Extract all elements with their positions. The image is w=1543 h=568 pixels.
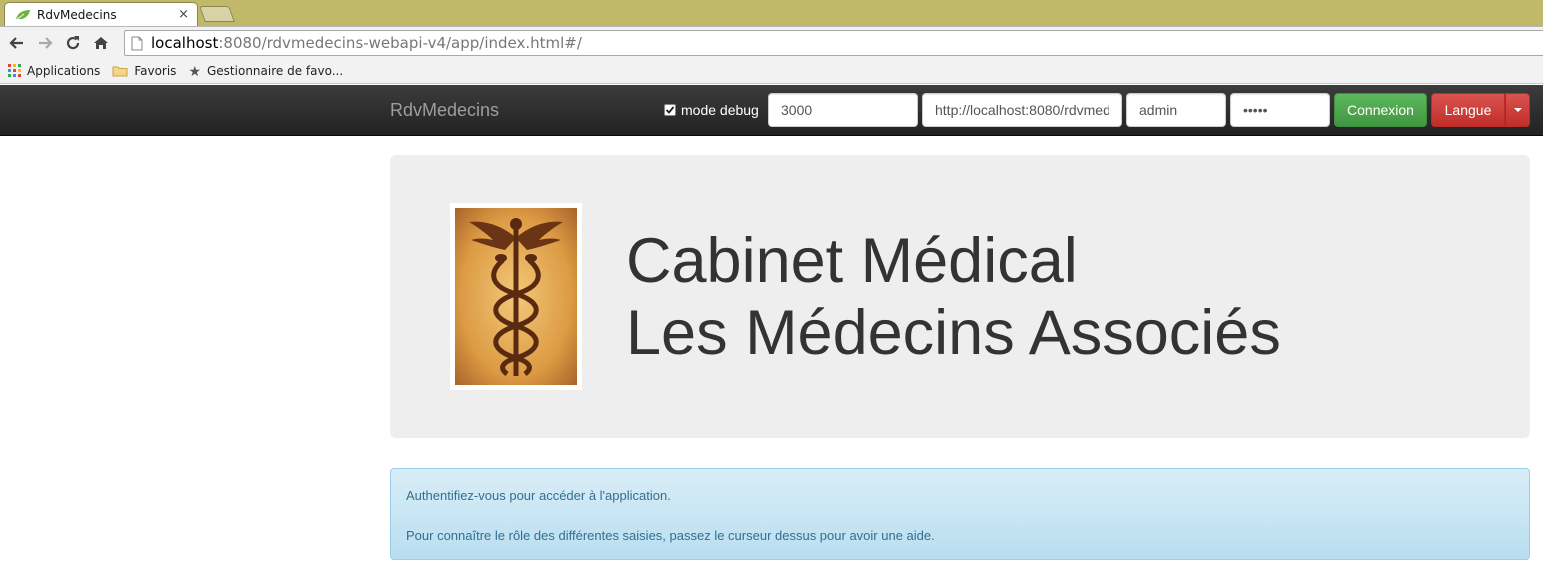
title-line-1: Cabinet Médical <box>626 226 1078 296</box>
alert-line-help: Pour connaître le rôle des différentes s… <box>406 528 935 543</box>
folder-icon <box>112 66 128 76</box>
title-line-2: Les Médecins Associés <box>626 298 1281 368</box>
new-tab-button[interactable] <box>199 6 235 22</box>
bookmark-applications[interactable]: Applications <box>8 64 100 78</box>
reload-icon <box>66 35 80 49</box>
bookmark-manager[interactable]: ★ Gestionnaire de favo... <box>188 64 343 78</box>
debug-toggle[interactable]: mode debug <box>664 102 759 118</box>
bookmark-label: Favoris <box>134 63 177 78</box>
tab-close-icon[interactable]: × <box>178 8 189 21</box>
info-alert: Authentifiez-vous pour accéder à l'appli… <box>390 468 1530 560</box>
debug-label: mode debug <box>681 102 759 118</box>
delay-input[interactable] <box>768 93 918 127</box>
home-icon <box>94 36 108 49</box>
app-navbar: RdvMedecins mode debug Connexion Langue <box>0 85 1543 136</box>
back-arrow-icon <box>9 36 23 49</box>
bookmark-label: Applications <box>27 63 101 78</box>
bookmark-label: Gestionnaire de favo... <box>207 63 344 78</box>
tab-title: RdvMedecins <box>37 7 117 22</box>
server-url-input[interactable] <box>922 93 1122 127</box>
debug-checkbox[interactable] <box>664 104 676 116</box>
forward-button[interactable] <box>34 32 56 54</box>
browser-toolbar: localhost:8080/rdvmedecins-webapi-v4/app… <box>0 26 1543 58</box>
language-caret-button[interactable] <box>1505 93 1530 127</box>
password-input[interactable] <box>1230 93 1330 127</box>
leaf-favicon-icon <box>15 9 30 20</box>
caduceus-logo <box>450 203 582 390</box>
apps-grid-icon <box>8 64 21 77</box>
navbar-brand[interactable]: RdvMedecins <box>390 100 499 121</box>
star-icon: ★ <box>188 62 201 79</box>
browser-tab[interactable]: RdvMedecins × <box>4 2 198 26</box>
jumbotron: Cabinet Médical Les Médecins Associés <box>390 155 1530 438</box>
browser-tab-strip: RdvMedecins × <box>0 0 1543 26</box>
checkmark-icon <box>665 106 675 114</box>
language-button[interactable]: Langue <box>1431 93 1505 127</box>
connect-button[interactable]: Connexion <box>1334 93 1427 127</box>
caduceus-icon <box>455 208 577 385</box>
bookmark-favoris[interactable]: Favoris <box>112 64 176 78</box>
url-path: :8080/rdvmedecins-webapi-v4/app/index.ht… <box>218 34 582 52</box>
home-button[interactable] <box>90 32 112 54</box>
language-dropdown[interactable]: Langue <box>1431 93 1530 127</box>
url-host: localhost <box>151 34 219 52</box>
alert-line-auth: Authentifiez-vous pour accéder à l'appli… <box>406 488 671 503</box>
page-icon <box>131 36 143 50</box>
address-bar[interactable]: localhost:8080/rdvmedecins-webapi-v4/app… <box>124 30 1543 56</box>
page-title: Cabinet Médical Les Médecins Associés <box>626 225 1281 369</box>
bookmarks-bar: Applications Favoris ★ Gestionnaire de f… <box>0 58 1543 84</box>
reload-button[interactable] <box>62 32 84 54</box>
login-input[interactable] <box>1126 93 1226 127</box>
forward-arrow-icon <box>39 36 53 49</box>
caret-down-icon <box>1513 108 1522 112</box>
back-button[interactable] <box>6 32 28 54</box>
